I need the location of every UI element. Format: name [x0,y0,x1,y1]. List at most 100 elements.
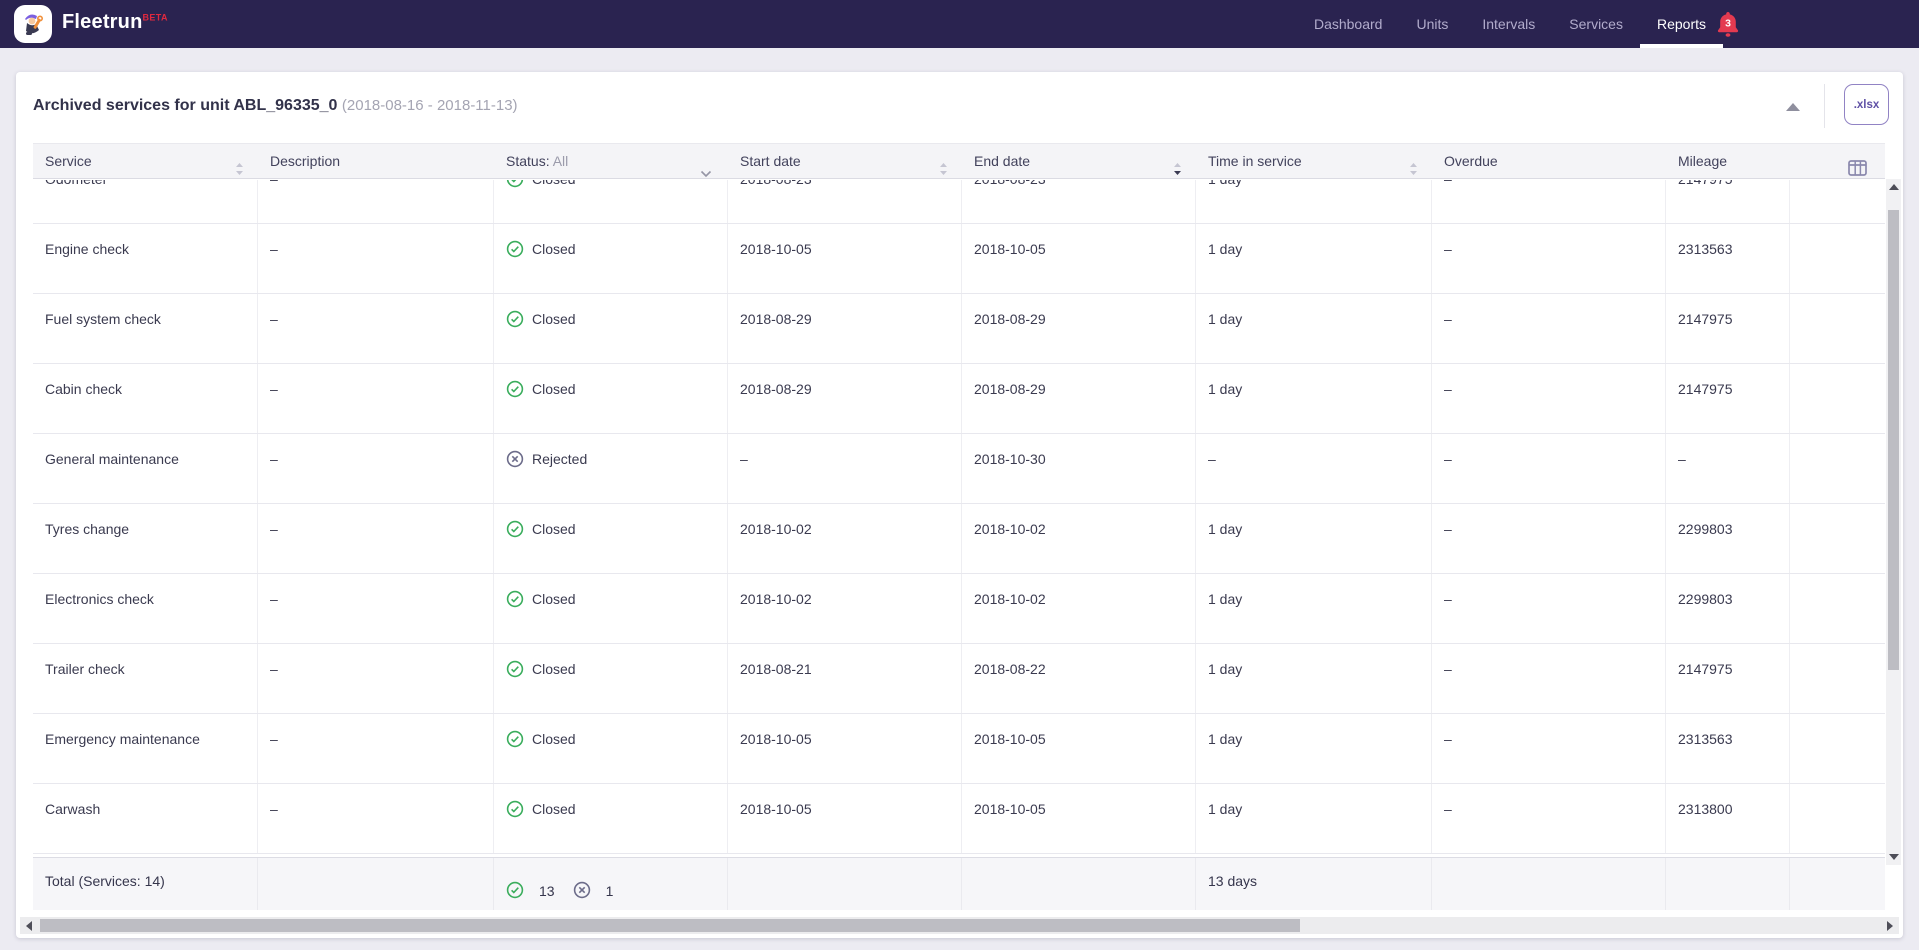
cell-description: – [258,504,494,573]
report-panel: Archived services for unit ABL_96335_0 (… [16,72,1903,938]
cell-start-date: 2018-10-05 [728,714,962,783]
fleetrun-logo[interactable] [14,5,52,43]
status-label: Closed [532,731,576,747]
table-row[interactable]: Odometer – Closed 2018-08-23 2018-08-23 … [33,180,1885,224]
cell-service: Electronics check [33,574,258,643]
nav-item-units[interactable]: Units [1399,0,1465,48]
status-label: Closed [532,661,576,677]
table-row[interactable]: Fuel system check – Closed 2018-08-29 20… [33,294,1885,364]
column-header-status-filter[interactable]: Status: All [494,144,728,178]
horizontal-scrollbar-thumb[interactable] [40,919,1300,932]
status-label: Closed [532,521,576,537]
cell-overdue: – [1432,364,1666,433]
cell-status: Closed [494,574,728,643]
cell-overdue: – [1432,180,1666,223]
cell-description: – [258,784,494,853]
column-header-mileage[interactable]: Mileage [1666,144,1790,178]
page-title: Archived services for unit ABL_96335_0 (… [33,97,518,115]
closed-total: 13 [539,883,555,899]
horizontal-scrollbar[interactable] [20,917,1899,934]
footer-status-summary: 13 1 [494,858,728,910]
cell-status: Closed [494,504,728,573]
table-row[interactable]: Trailer check – Closed 2018-08-21 2018-0… [33,644,1885,714]
cell-status: Closed [494,644,728,713]
table-row[interactable]: Cabin check – Closed 2018-08-29 2018-08-… [33,364,1885,434]
date-range: (2018-08-16 - 2018-11-13) [342,97,518,114]
scroll-up-arrow[interactable] [1886,179,1901,195]
cell-service: Emergency maintenance [33,714,258,783]
column-header-start-date[interactable]: Start date [728,144,962,178]
cell-service: Engine check [33,224,258,293]
nav-item-reports[interactable]: Reports [1640,0,1723,48]
cell-status: Closed [494,224,728,293]
fleetrun-app: FleetrunBETA Dashboard Units Intervals S… [0,0,1919,950]
vertical-scrollbar[interactable] [1886,179,1901,865]
table-footer: Total (Services: 14) 13 1 13 days [33,857,1885,910]
table-row[interactable]: Emergency maintenance – Closed 2018-10-0… [33,714,1885,784]
status-filter-value: All [553,153,569,169]
footer-total: Total (Services: 14) [33,858,258,910]
column-header-time-in-service[interactable]: Time in service [1196,144,1432,178]
status-label: Closed [532,591,576,607]
check-circle-icon [506,590,524,608]
table-row[interactable]: Carwash – Closed 2018-10-05 2018-10-05 1… [33,784,1885,854]
cell-end-date: 2018-08-29 [962,294,1196,363]
cell-time-in-service: 1 day [1196,784,1432,853]
status-label: Closed [532,381,576,397]
column-header-end-date[interactable]: End date [962,144,1196,178]
status-label: Rejected [532,451,587,467]
cell-end-date: 2018-10-05 [962,714,1196,783]
cell-overdue: – [1432,644,1666,713]
cell-end-date: 2018-10-05 [962,784,1196,853]
table-row[interactable]: General maintenance – Rejected – 2018-10… [33,434,1885,504]
table-row[interactable]: Engine check – Closed 2018-10-05 2018-10… [33,224,1885,294]
cell-description: – [258,180,494,223]
cell-service: General maintenance [33,434,258,503]
status-label: Closed [532,311,576,327]
cell-time-in-service: 1 day [1196,504,1432,573]
scroll-left-arrow[interactable] [20,917,38,934]
status-label: Closed [532,180,576,187]
status-label: Closed [532,241,576,257]
cell-end-date: 2018-08-29 [962,364,1196,433]
collapse-panel-button[interactable] [1778,95,1808,119]
cell-status: Closed [494,294,728,363]
cell-status: Closed [494,180,728,223]
cell-service: Odometer [33,180,258,223]
xlsx-export-button[interactable]: .xlsx [1844,84,1889,125]
cell-start-date: 2018-10-02 [728,574,962,643]
cell-start-date: 2018-08-21 [728,644,962,713]
cell-service: Trailer check [33,644,258,713]
scroll-down-arrow[interactable] [1886,849,1901,865]
column-header-description[interactable]: Description [258,144,494,178]
cell-service: Cabin check [33,364,258,433]
mechanic-logo-icon [18,9,48,39]
cell-start-date: 2018-08-29 [728,364,962,433]
nav-item-intervals[interactable]: Intervals [1465,0,1552,48]
cell-start-date: – [728,434,962,503]
cell-time-in-service: – [1196,434,1432,503]
status-label: Closed [532,801,576,817]
cell-description: – [258,364,494,433]
nav-item-services[interactable]: Services [1552,0,1640,48]
check-circle-icon [506,180,524,188]
top-navbar: FleetrunBETA Dashboard Units Intervals S… [0,0,1919,48]
check-circle-icon [506,660,524,678]
table-row[interactable]: Tyres change – Closed 2018-10-02 2018-10… [33,504,1885,574]
table-row[interactable]: Electronics check – Closed 2018-10-02 20… [33,574,1885,644]
column-header-overdue[interactable]: Overdue [1432,144,1666,178]
cell-overdue: – [1432,504,1666,573]
cell-start-date: 2018-10-05 [728,784,962,853]
nav-item-dashboard[interactable]: Dashboard [1297,0,1400,48]
cell-start-date: 2018-10-05 [728,224,962,293]
check-circle-icon [506,520,524,538]
column-header-service[interactable]: Service [33,144,258,178]
vertical-scrollbar-thumb[interactable] [1888,210,1899,670]
cell-start-date: 2018-08-29 [728,294,962,363]
cell-mileage: 2147975 [1666,644,1790,713]
main-nav: Dashboard Units Intervals Services Repor… [1297,0,1723,48]
notifications-bell-icon[interactable]: 3 [1714,9,1742,39]
x-circle-icon [506,450,524,468]
panel-title-bar: Archived services for unit ABL_96335_0 (… [16,72,1903,142]
scroll-right-arrow[interactable] [1881,917,1899,934]
